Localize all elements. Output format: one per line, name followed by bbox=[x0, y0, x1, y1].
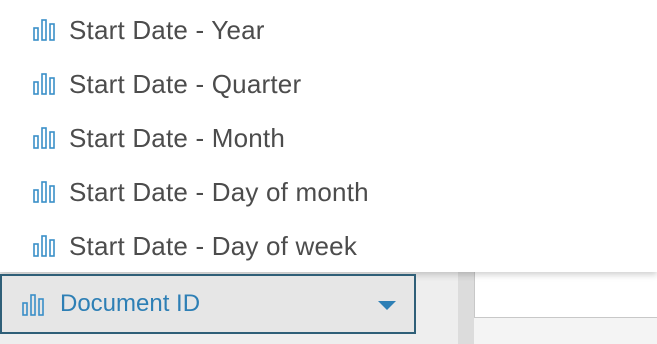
field-select[interactable]: Document ID bbox=[0, 274, 416, 334]
menu-item-start-date-year[interactable]: Start Date - Year bbox=[0, 3, 657, 57]
bar-chart-icon bbox=[22, 294, 44, 316]
bar-chart-icon bbox=[33, 127, 55, 149]
field-select-value: Document ID bbox=[60, 290, 201, 317]
menu-item-label: Start Date - Day of month bbox=[69, 176, 369, 207]
menu-item-start-date-day-of-month[interactable]: Start Date - Day of month bbox=[0, 165, 657, 219]
menu-item-label: Start Date - Year bbox=[69, 14, 265, 45]
bar-chart-icon bbox=[33, 181, 55, 203]
menu-item-label: Start Date - Month bbox=[69, 122, 286, 153]
caret-down-icon[interactable] bbox=[378, 301, 396, 310]
menu-item-label: Start Date - Day of week bbox=[69, 230, 358, 261]
bar-chart-icon bbox=[33, 19, 55, 41]
menu-item-label: Start Date - Quarter bbox=[69, 68, 302, 99]
bar-chart-icon bbox=[33, 235, 55, 257]
right-panel-footer bbox=[474, 318, 657, 344]
menu-item-start-date-day-of-week[interactable]: Start Date - Day of week bbox=[0, 219, 657, 273]
page: Start Date - Year Start Date - Quarter S… bbox=[0, 0, 657, 344]
bar-chart-icon bbox=[33, 73, 55, 95]
field-dropdown-menu: Start Date - Year Start Date - Quarter S… bbox=[0, 0, 657, 272]
menu-item-start-date-quarter[interactable]: Start Date - Quarter bbox=[0, 57, 657, 111]
menu-item-start-date-month[interactable]: Start Date - Month bbox=[0, 111, 657, 165]
